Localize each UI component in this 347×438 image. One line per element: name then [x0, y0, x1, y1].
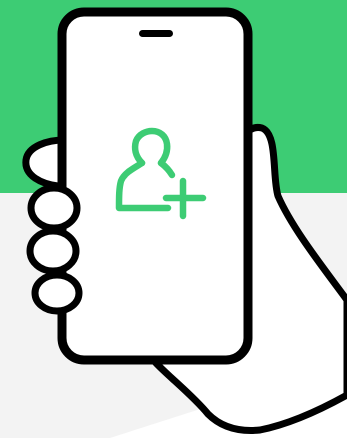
hand-finger-1	[27, 184, 81, 232]
hand-finger-3	[31, 271, 83, 315]
phone-speaker	[139, 30, 173, 37]
hand-finger-2	[26, 227, 80, 275]
hand-holding-phone-illustration	[0, 0, 347, 438]
phone-body	[57, 7, 253, 365]
